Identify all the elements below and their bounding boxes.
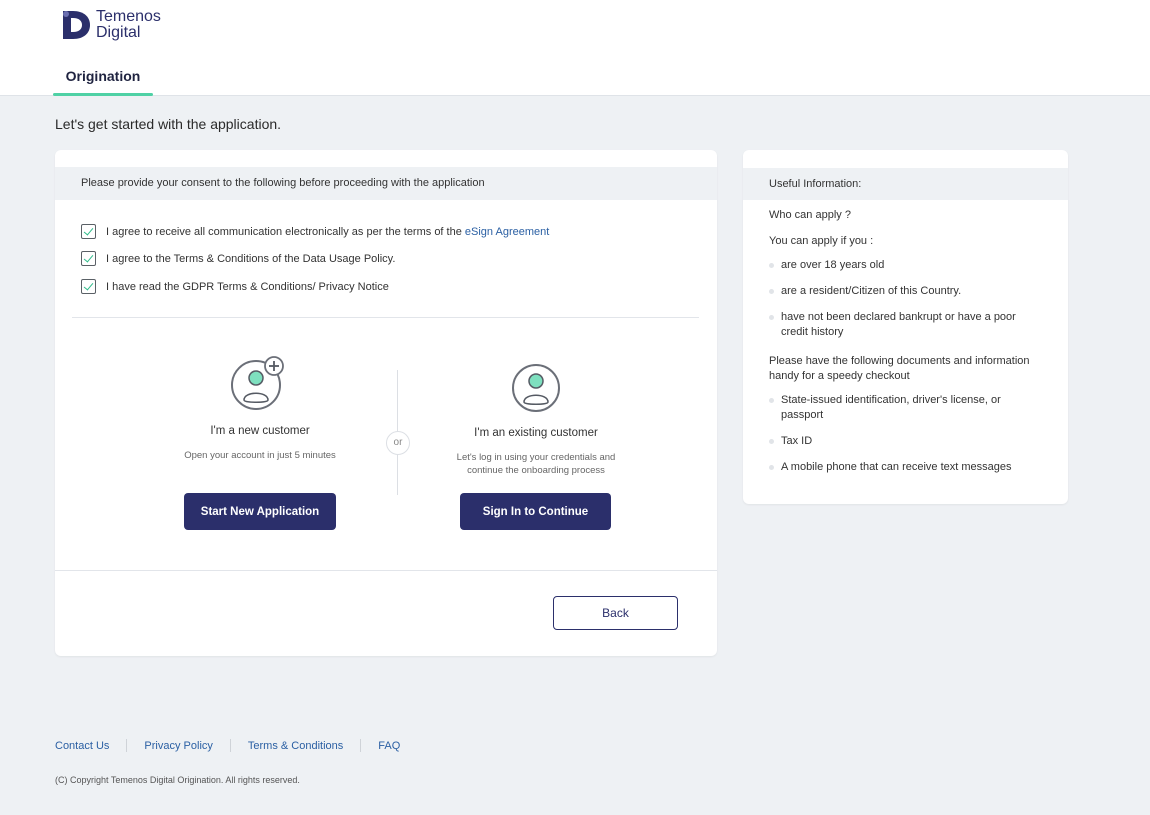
brand-logo[interactable]: Temenos Digital (60, 8, 161, 42)
criteria-item: are a resident/Citizen of this Country. (781, 285, 962, 297)
footer-separator (360, 739, 362, 752)
bullet-icon (769, 439, 774, 444)
contact-us-link[interactable]: Contact Us (55, 740, 109, 752)
document-item: Tax ID (781, 435, 813, 447)
consent-card: Please provide your consent to the follo… (55, 150, 717, 656)
bullet-icon (769, 398, 774, 403)
back-button[interactable]: Back (553, 596, 678, 630)
copyright-text: (C) Copyright Temenos Digital Originatio… (55, 775, 300, 785)
existing-customer-title: I'm an existing customer (474, 427, 598, 439)
existing-customer-subtitle-line2: continue the onboarding process (467, 465, 605, 476)
start-new-application-button[interactable]: Start New Application (184, 493, 336, 530)
existing-customer-subtitle-line1: Let's log in using your credentials and (456, 452, 616, 463)
footer-separator (126, 739, 128, 752)
useful-information-card: Useful Information: Who can apply ? You … (743, 150, 1068, 504)
consent-header: Please provide your consent to the follo… (55, 167, 717, 200)
new-customer-subtitle: Open your account in just 5 minutes (184, 450, 336, 461)
app-header: Temenos Digital Origination (0, 0, 1150, 96)
tab-origination-label: Origination (65, 68, 141, 84)
consent-esign-text: I agree to receive all communication ele… (106, 225, 465, 238)
criteria-item: have not been declared bankrupt or have … (781, 311, 1016, 338)
user-icon (512, 364, 560, 412)
consent-item-esign: I agree to receive all communication ele… (81, 224, 549, 239)
who-can-apply: Who can apply ? (769, 209, 851, 221)
criteria-item: are over 18 years old (781, 259, 885, 271)
or-separator: or (386, 431, 410, 455)
new-customer-option: I'm a new customer Open your account in … (140, 355, 380, 462)
footer-separator (229, 739, 231, 752)
you-can-apply: You can apply if you : (769, 235, 874, 247)
existing-customer-option: I'm an existing customer Let's log in us… (416, 362, 656, 477)
esign-checkbox[interactable] (81, 224, 96, 239)
consent-gdpr-text: I have read the GDPR Terms & Conditions/… (106, 280, 389, 293)
esign-agreement-link[interactable]: eSign Agreement (465, 226, 549, 238)
brand-name-line1: Temenos (96, 8, 161, 25)
document-item: State-issued identification, driver's li… (781, 394, 1001, 421)
privacy-policy-link[interactable]: Privacy Policy (144, 740, 212, 752)
documents-intro: Please have the following documents and … (769, 355, 1030, 382)
bullet-icon (769, 263, 774, 268)
consent-item-data-usage: I agree to the Terms & Conditions of the… (81, 251, 395, 266)
add-user-icon (231, 356, 284, 410)
section-divider (72, 317, 699, 318)
new-customer-title: I'm a new customer (210, 425, 310, 437)
existing-customer-subtitle: Let's log in using your credentials and … (416, 451, 656, 477)
faq-link[interactable]: FAQ (378, 740, 400, 752)
bullet-icon (769, 289, 774, 294)
sign-in-to-continue-button[interactable]: Sign In to Continue (460, 493, 611, 530)
active-tab-indicator (53, 93, 153, 96)
terms-conditions-link[interactable]: Terms & Conditions (248, 740, 343, 752)
brand-name-line2: Digital (96, 24, 141, 41)
footer-links: Contact Us Privacy Policy Terms & Condit… (55, 739, 400, 752)
bullet-icon (769, 465, 774, 470)
document-item: A mobile phone that can receive text mes… (781, 461, 1012, 473)
data-usage-checkbox[interactable] (81, 251, 96, 266)
info-header: Useful Information: (743, 168, 1068, 200)
consent-data-usage-text: I agree to the Terms & Conditions of the… (106, 252, 396, 265)
bullet-icon (769, 315, 774, 320)
card-footer-divider (55, 570, 717, 571)
gdpr-checkbox[interactable] (81, 279, 96, 294)
consent-item-gdpr: I have read the GDPR Terms & Conditions/… (81, 279, 389, 294)
tab-origination[interactable]: Origination (53, 68, 153, 96)
temenos-logo-icon (63, 11, 90, 39)
page-title: Let's get started with the application. (55, 116, 282, 132)
